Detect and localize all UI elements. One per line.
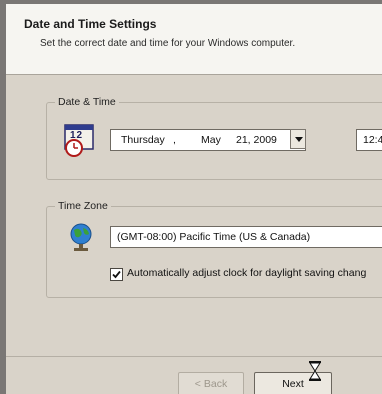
date-weekday: Thursday	[121, 134, 165, 146]
date-separator: ,	[173, 134, 176, 146]
next-button-label: Next	[282, 378, 304, 390]
setup-window: Date and Time Settings Set the correct d…	[6, 4, 382, 394]
time-zone-group-label: Time Zone	[55, 200, 111, 212]
time-zone-group: Time Zone	[46, 200, 382, 298]
time-zone-value: (GMT-08:00) Pacific Time (US & Canada)	[117, 231, 311, 243]
date-time-group-label: Date & Time	[55, 96, 119, 108]
hourglass-cursor-icon	[308, 360, 322, 382]
date-picker[interactable]: Thursday , May 21, 2009	[110, 129, 306, 151]
calendar-clock-icon: 12	[62, 122, 98, 158]
calendar-icon-digits: 12	[70, 130, 84, 141]
page-title: Date and Time Settings	[24, 17, 157, 31]
checkmark-icon	[112, 270, 121, 279]
back-button[interactable]: < Back	[178, 372, 244, 394]
page-subtitle: Set the correct date and time for your W…	[40, 38, 296, 49]
date-dropdown-button[interactable]	[290, 129, 306, 149]
time-field[interactable]: 12:4	[356, 129, 382, 151]
chevron-down-icon	[295, 137, 303, 142]
dst-checkbox[interactable]	[110, 268, 123, 281]
time-value: 12:4	[363, 134, 382, 146]
header-panel: Date and Time Settings Set the correct d…	[6, 4, 382, 75]
globe-icon	[68, 222, 94, 254]
dst-checkbox-label: Automatically adjust clock for daylight …	[127, 267, 367, 279]
date-day-year: 21, 2009	[236, 134, 277, 146]
date-month: May	[201, 134, 221, 146]
footer-divider	[6, 356, 382, 357]
time-zone-select[interactable]: (GMT-08:00) Pacific Time (US & Canada)	[110, 226, 382, 248]
